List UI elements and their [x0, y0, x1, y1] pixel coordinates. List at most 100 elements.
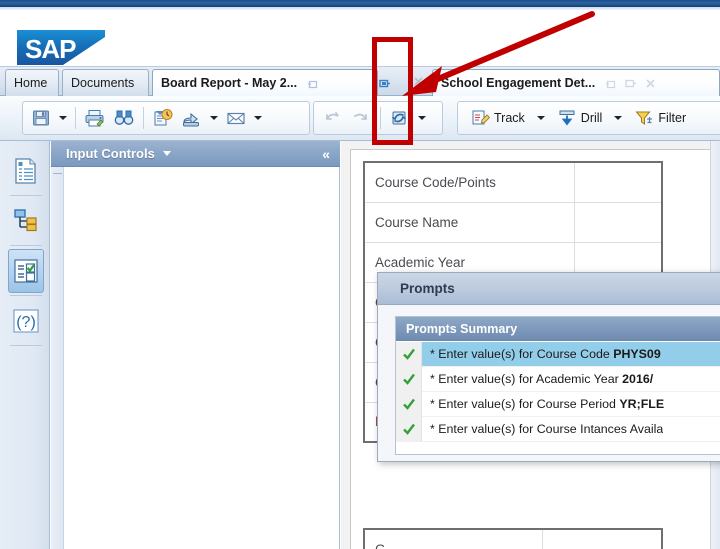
- input-controls-icon: [14, 259, 38, 283]
- filter-button-label: Filter: [658, 111, 687, 125]
- prompts-summary-panel: Prompts Summary * Enter value(s) for Cou…: [395, 316, 720, 455]
- toolbar-group-analyze: Track Drill Filter: [457, 101, 720, 135]
- chevron-down-icon[interactable]: [162, 151, 171, 156]
- filter-button[interactable]: Filter: [627, 105, 693, 131]
- table-cell-label: Course Code/Points: [363, 161, 575, 203]
- pin-icon[interactable]: [378, 77, 391, 90]
- email-button[interactable]: [223, 105, 249, 131]
- list-item[interactable]: * Enter value(s) for Course Intances Ava…: [396, 416, 720, 442]
- rail-divider: [10, 195, 42, 196]
- find-button[interactable]: [111, 105, 137, 131]
- filter-funnel-icon: [635, 111, 653, 125]
- toolbar-separator: [143, 107, 144, 129]
- undo-button[interactable]: [319, 105, 345, 131]
- table-row[interactable]: G: [363, 528, 663, 549]
- document-summary-icon: [15, 158, 36, 184]
- prompts-list: * Enter value(s) for Course Code PHYS09 …: [396, 341, 720, 454]
- list-item[interactable]: * Enter value(s) for Academic Year 2016/: [396, 366, 720, 392]
- prompts-dialog: Prompts Prompts Summary * Enter value(s)…: [377, 272, 720, 462]
- prompt-text: * Enter value(s) for Academic Year 2016/: [422, 372, 653, 386]
- svg-text:SAP: SAP: [25, 34, 76, 64]
- board-report-pin-close-group: [378, 75, 408, 91]
- prompt-text: * Enter value(s) for Course Code PHYS09: [422, 347, 661, 361]
- drill-down-icon: [559, 110, 575, 126]
- rail-divider: [10, 345, 42, 346]
- prompt-label: * Enter value(s) for Course Period: [430, 397, 620, 411]
- refresh-button[interactable]: [387, 105, 413, 131]
- tab-board-report[interactable]: Board Report - May 2...: [152, 69, 378, 96]
- prompt-value: 2016/: [622, 372, 654, 386]
- strip-divider: [53, 173, 62, 174]
- prompt-value: PHYS09: [613, 347, 661, 361]
- restore-icon[interactable]: [306, 77, 319, 90]
- table-row[interactable]: Course Code/Points: [363, 161, 663, 203]
- toolbar-group-edit: [313, 101, 443, 135]
- tab-home[interactable]: Home: [5, 69, 59, 96]
- input-controls-title: Input Controls: [66, 146, 155, 161]
- tab-school-engagement[interactable]: School Engagement Det...: [432, 69, 720, 96]
- sidebar-item-input-controls[interactable]: [8, 249, 44, 293]
- input-controls-body: [51, 167, 339, 549]
- side-panel-rail: (?): [0, 141, 50, 549]
- track-button[interactable]: Track: [463, 105, 532, 131]
- main-toolbar: Track Drill Filter: [0, 96, 720, 141]
- drill-dropdown-caret[interactable]: [612, 107, 624, 129]
- sidebar-item-document-summary[interactable]: [8, 149, 44, 193]
- rail-divider: [10, 295, 42, 296]
- prompt-label: * Enter value(s) for Academic Year: [430, 372, 623, 386]
- tab-board-report-buttons: [306, 77, 319, 90]
- save-dropdown-caret[interactable]: [57, 107, 69, 129]
- table-cell-label: G: [363, 528, 543, 549]
- check-icon: [396, 366, 422, 392]
- track-dropdown-caret[interactable]: [535, 107, 547, 129]
- pin-icon[interactable]: [624, 77, 637, 90]
- tab-documents[interactable]: Documents: [62, 69, 149, 96]
- export-button[interactable]: [179, 105, 205, 131]
- print-button[interactable]: [82, 105, 108, 131]
- redo-button[interactable]: [348, 105, 374, 131]
- export-dropdown-caret[interactable]: [208, 107, 220, 129]
- save-button[interactable]: [28, 105, 54, 131]
- toolbar-group-file: [22, 101, 310, 135]
- application-window: SAP R Home Documents Board Report - May …: [0, 0, 720, 549]
- table-cell-value: [573, 161, 663, 203]
- help-question-icon: (?): [13, 309, 39, 333]
- input-controls-header: Input Controls «: [51, 141, 340, 167]
- refresh-dropdown-caret[interactable]: [416, 107, 428, 129]
- prompts-dialog-title: Prompts: [400, 281, 455, 296]
- input-controls-side-strip: [51, 167, 64, 549]
- restore-icon[interactable]: [604, 77, 617, 90]
- table-cell-value: [573, 201, 663, 243]
- table-row[interactable]: Course Name: [363, 201, 663, 243]
- tab-strip: Home Documents Board Report - May 2... S…: [0, 67, 720, 96]
- board-report-close-group: [412, 75, 426, 91]
- close-icon[interactable]: [644, 77, 657, 90]
- prompt-label: * Enter value(s) for Course Intances Ava…: [430, 422, 664, 436]
- prompt-text: * Enter value(s) for Course Period YR;FL…: [422, 397, 664, 411]
- toolbar-separator: [75, 107, 76, 129]
- prompt-label: * Enter value(s) for Course Code: [430, 347, 614, 361]
- branding-bar: SAP R: [0, 10, 720, 67]
- prompts-dialog-titlebar: Prompts: [378, 273, 720, 305]
- track-button-label: Track: [494, 111, 525, 125]
- prompts-summary-header: Prompts Summary: [396, 317, 720, 341]
- sap-logo: SAP R: [17, 30, 105, 65]
- history-button[interactable]: [150, 105, 176, 131]
- tab-board-report-label: Board Report - May 2...: [161, 76, 298, 90]
- track-changes-icon: [472, 110, 490, 125]
- close-icon[interactable]: [412, 75, 426, 88]
- table-cell-label: Course Name: [363, 201, 575, 243]
- tab-school-engagement-label: School Engagement Det...: [441, 76, 596, 90]
- toolbar-separator: [380, 107, 381, 129]
- window-titlebar: [0, 0, 720, 7]
- sidebar-item-help[interactable]: (?): [8, 299, 44, 343]
- list-item[interactable]: * Enter value(s) for Course Code PHYS09: [396, 341, 720, 367]
- sidebar-item-navigation-map[interactable]: [8, 199, 44, 243]
- svg-text:R: R: [85, 57, 90, 63]
- check-icon: [396, 391, 422, 417]
- report-table-secondary: G: [363, 528, 663, 549]
- collapse-panel-button[interactable]: «: [322, 145, 330, 163]
- list-item[interactable]: * Enter value(s) for Course Period YR;FL…: [396, 391, 720, 417]
- drill-button[interactable]: Drill: [550, 105, 610, 131]
- email-dropdown-caret[interactable]: [252, 107, 264, 129]
